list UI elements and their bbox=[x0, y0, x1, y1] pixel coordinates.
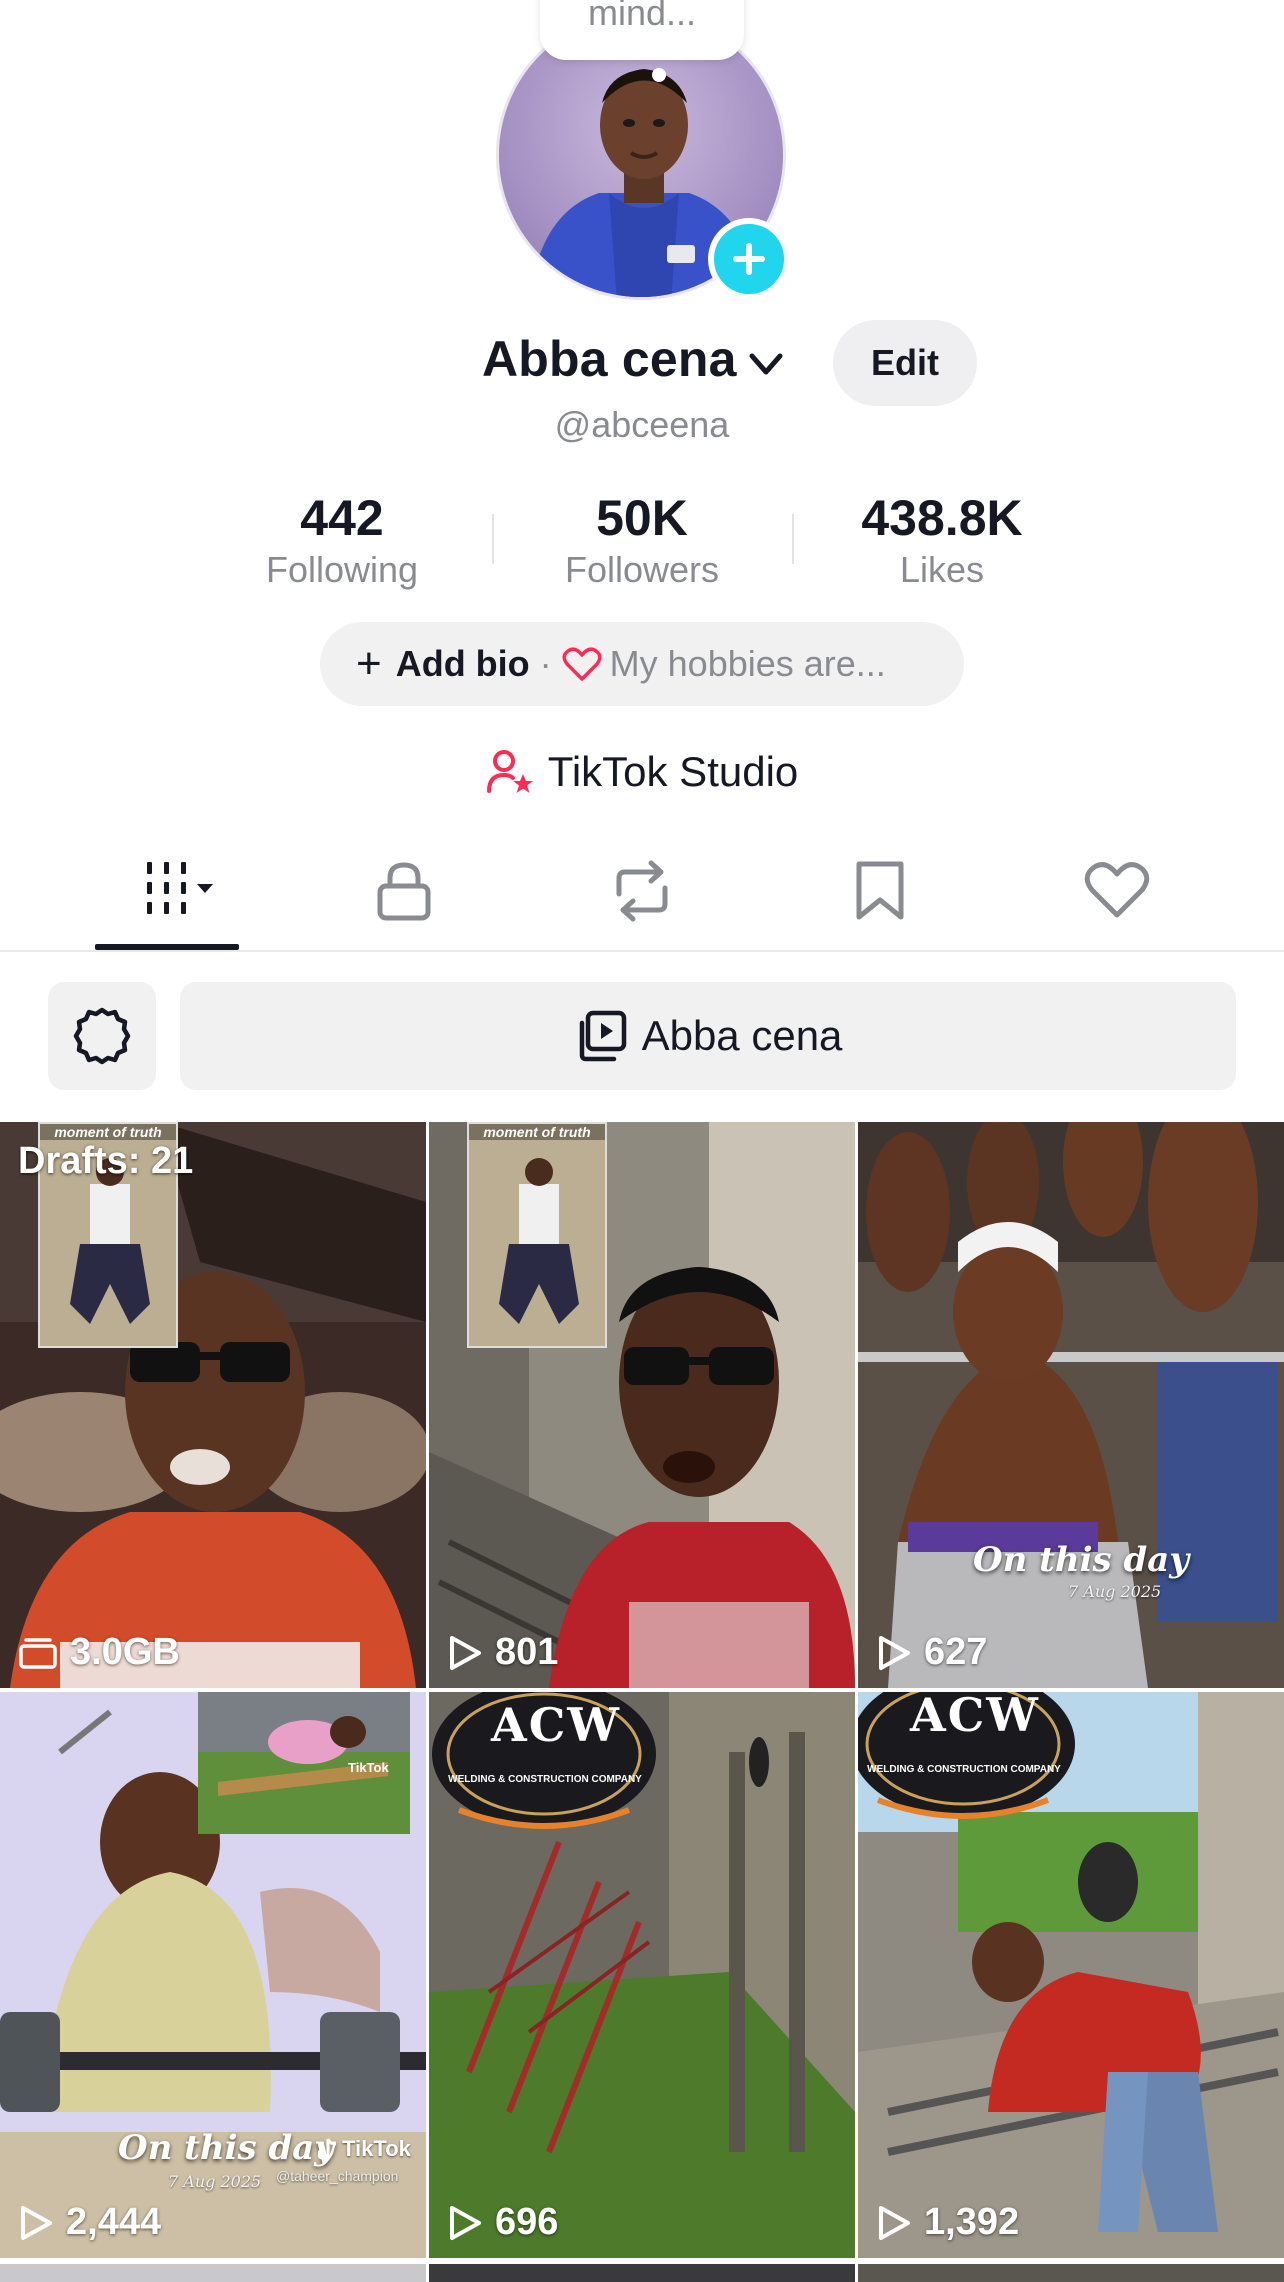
display-name[interactable]: Abba cena bbox=[482, 330, 737, 388]
view-count-value: 1,392 bbox=[924, 2201, 1020, 2243]
company-logo-subtitle: WELDING & CONSTRUCTION COMPANY bbox=[867, 1764, 1061, 1775]
video-thumbnail bbox=[858, 1122, 1284, 1688]
memory-overlay: On this day bbox=[973, 1540, 1190, 1580]
inset-clip-photo: TikTok bbox=[198, 1692, 410, 1834]
view-count: 696 bbox=[447, 2201, 558, 2244]
company-logo-subtitle: WELDING & CONSTRUCTION COMPANY bbox=[448, 1774, 642, 1785]
view-count: 801 bbox=[447, 1631, 558, 1674]
likes-label: Likes bbox=[899, 549, 985, 590]
bio-hint: My hobbies are... bbox=[609, 643, 886, 684]
video-tile[interactable]: ACW WELDING & CONSTRUCTION COMPANY 1,392 bbox=[858, 1692, 1284, 2258]
add-bio-label: Add bio bbox=[395, 643, 530, 684]
playlist-button[interactable]: Abba cena bbox=[180, 982, 1236, 1090]
following-label: Following bbox=[265, 549, 419, 590]
svg-text:TikTok: TikTok bbox=[348, 1760, 389, 1775]
thought-bubble[interactable]: mind... bbox=[540, 0, 744, 60]
stat-divider bbox=[492, 514, 494, 564]
company-logo: ACW WELDING & CONSTRUCTION COMPANY bbox=[429, 1692, 659, 1832]
memory-date: 7 Aug 2025 bbox=[168, 2172, 262, 2191]
profile-tabs bbox=[0, 850, 1284, 952]
drafts-tile[interactable]: moment of truth Drafts: 21 3.0GB bbox=[0, 1122, 426, 1688]
inset-caption: moment of truth bbox=[469, 1124, 605, 1140]
memory-date: 7 Aug 2025 bbox=[1068, 1582, 1162, 1601]
play-icon bbox=[879, 1635, 910, 1670]
tab-liked[interactable] bbox=[1045, 850, 1189, 950]
gear-icon bbox=[73, 1007, 131, 1065]
tiktok-studio-label: TikTok Studio bbox=[547, 748, 799, 795]
play-icon bbox=[450, 1635, 481, 1670]
bookmark-icon bbox=[856, 861, 904, 920]
lock-icon bbox=[377, 862, 431, 921]
video-tile[interactable]: TikTok On this day 7 Aug 2025 TikTok @ta… bbox=[0, 1692, 426, 2258]
view-count-value: 696 bbox=[495, 2201, 559, 2243]
company-logo-text: ACW bbox=[910, 1692, 1040, 1742]
play-icon bbox=[450, 2205, 481, 2240]
creator-star-icon bbox=[486, 750, 533, 793]
view-count-value: 801 bbox=[495, 1631, 559, 1673]
stat-followers[interactable]: 50K Followers bbox=[512, 488, 772, 592]
inset-clip: TikTok bbox=[198, 1692, 410, 1834]
settings-button[interactable] bbox=[48, 982, 156, 1090]
watermark-brand: TikTok bbox=[342, 2136, 411, 2161]
view-count-value: 627 bbox=[924, 1631, 988, 1673]
followers-label: Followers bbox=[564, 549, 720, 590]
video-tile[interactable]: On this day 7 Aug 2025 627 bbox=[858, 1122, 1284, 1688]
grid-bars-icon bbox=[147, 862, 213, 914]
heart-outline-icon bbox=[562, 647, 602, 681]
following-count: 442 bbox=[300, 490, 384, 546]
next-row-preview bbox=[0, 2262, 1284, 2282]
add-avatar-button[interactable] bbox=[708, 218, 790, 300]
tab-private[interactable] bbox=[332, 850, 476, 950]
tab-favorites[interactable] bbox=[808, 850, 952, 950]
memory-overlay: On this day bbox=[118, 2128, 335, 2168]
tab-reposts[interactable] bbox=[570, 850, 714, 950]
drafts-icon bbox=[19, 1637, 57, 1669]
view-count-value: 2,444 bbox=[66, 2201, 162, 2243]
tiktok-logo-icon bbox=[318, 2138, 337, 2160]
tiktok-studio-link[interactable]: TikTok Studio bbox=[0, 742, 1284, 802]
drafts-count-label: Drafts: 21 bbox=[18, 1140, 194, 1182]
heart-icon bbox=[1084, 862, 1150, 918]
play-icon bbox=[879, 2205, 910, 2240]
watermark-handle: @taheer_champion bbox=[276, 2168, 399, 2184]
tile-stat: 3.0GB bbox=[18, 1631, 180, 1674]
view-count: 1,392 bbox=[876, 2201, 1019, 2244]
inset-clip-photo bbox=[469, 1124, 605, 1346]
repost-icon bbox=[616, 860, 668, 922]
edit-profile-button[interactable]: Edit bbox=[833, 320, 977, 406]
inset-clip: moment of truth bbox=[467, 1122, 607, 1348]
stat-divider bbox=[792, 514, 794, 564]
stat-likes[interactable]: 438.8K Likes bbox=[812, 488, 1072, 592]
play-icon bbox=[21, 2205, 52, 2240]
active-tab-indicator bbox=[95, 944, 239, 950]
stat-following[interactable]: 442 Following bbox=[212, 488, 472, 592]
inset-caption: moment of truth bbox=[40, 1124, 176, 1140]
bio-separator: · bbox=[539, 643, 552, 684]
tiktok-watermark: TikTok bbox=[318, 2136, 411, 2162]
video-tile[interactable]: moment of truth 801 bbox=[429, 1122, 855, 1688]
video-tile[interactable]: ACW WELDING & CONSTRUCTION COMPANY 696 bbox=[429, 1692, 855, 2258]
view-count: 627 bbox=[876, 1631, 987, 1674]
next-row-thumbnails bbox=[0, 2264, 1284, 2282]
storage-size: 3.0GB bbox=[70, 1631, 180, 1673]
profile-stats: 442 Following 50K Followers 438.8K Likes bbox=[0, 488, 1284, 598]
company-logo-text: ACW bbox=[491, 1698, 621, 1752]
company-logo: ACW WELDING & CONSTRUCTION COMPANY bbox=[858, 1692, 1088, 1832]
playlist-label: Abba cena bbox=[641, 1012, 843, 1059]
likes-count: 438.8K bbox=[861, 490, 1023, 546]
username-handle: @abceena bbox=[554, 404, 730, 445]
add-bio-button[interactable]: + Add bio · My hobbies are... bbox=[320, 622, 964, 706]
video-grid: moment of truth Drafts: 21 3.0GB moment … bbox=[0, 1122, 1284, 2282]
view-count: 2,444 bbox=[18, 2201, 161, 2244]
tab-videos[interactable] bbox=[95, 850, 239, 950]
playlist-icon bbox=[579, 1010, 626, 1062]
plus-icon: + bbox=[356, 639, 382, 688]
followers-count: 50K bbox=[596, 490, 688, 546]
chevron-down-icon[interactable] bbox=[748, 350, 784, 380]
